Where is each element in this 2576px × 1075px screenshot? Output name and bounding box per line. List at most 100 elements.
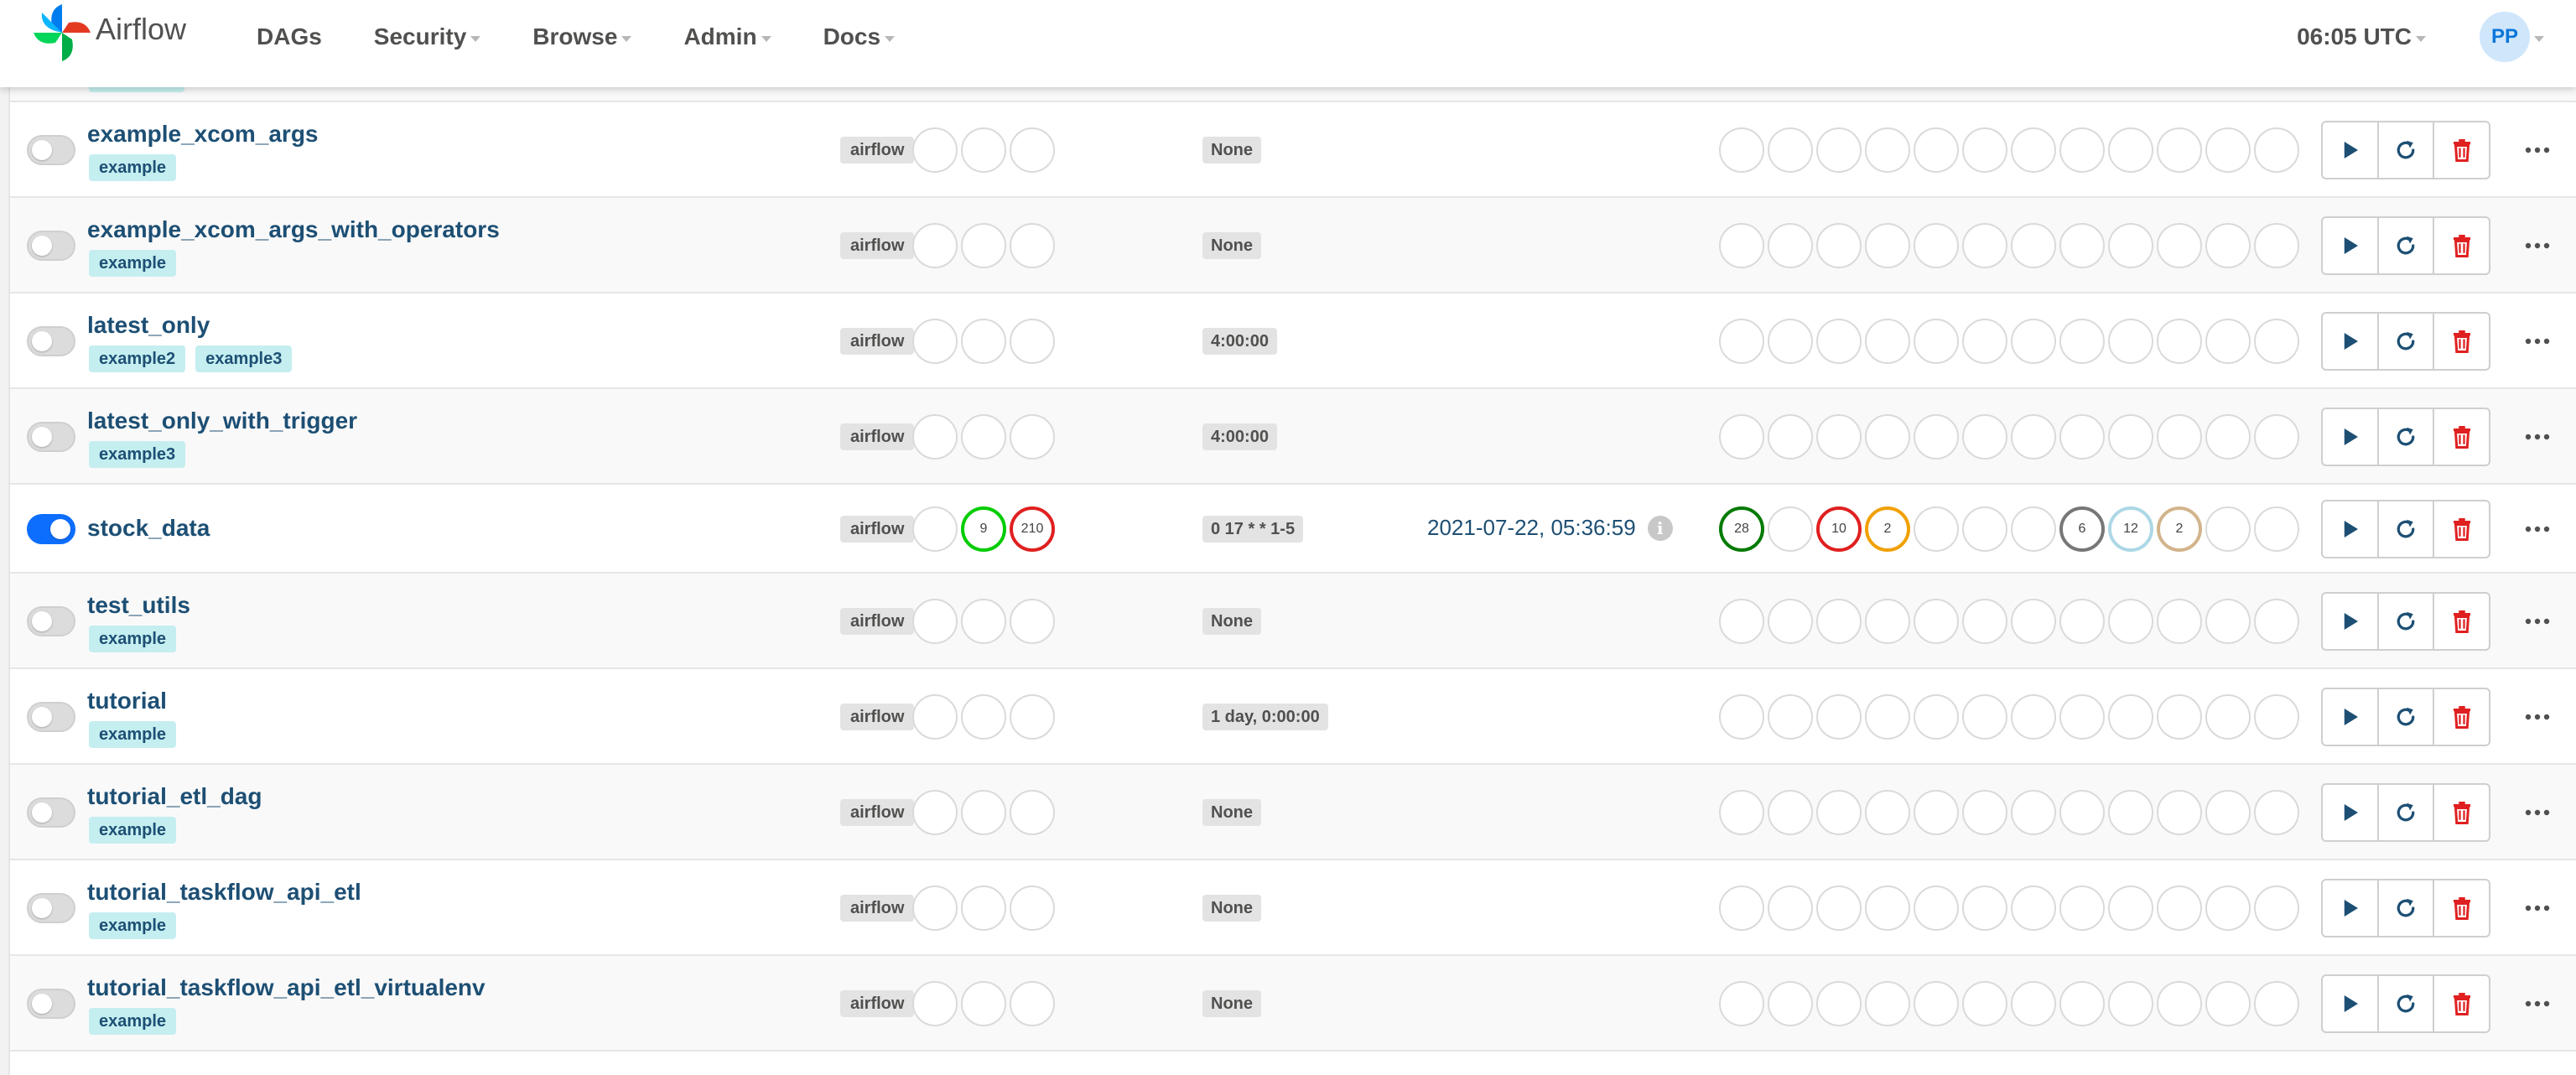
task-status-circle[interactable] xyxy=(1768,506,1813,552)
task-status-circle[interactable] xyxy=(2254,694,2299,740)
dag-run-status-circle[interactable]: 9 xyxy=(961,506,1006,552)
dag-pause-toggle[interactable] xyxy=(27,989,75,1019)
trigger-dag-button[interactable] xyxy=(2323,122,2379,178)
task-status-circle[interactable] xyxy=(2011,319,2056,364)
task-status-circle[interactable] xyxy=(1914,127,1959,173)
task-status-circle[interactable] xyxy=(2108,127,2153,173)
task-status-circle[interactable] xyxy=(2108,790,2153,835)
dag-run-status-circle[interactable] xyxy=(912,694,958,740)
task-status-circle[interactable] xyxy=(2059,694,2105,740)
dag-name-link[interactable]: tutorial_taskflow_api_etl_virtualenv xyxy=(87,974,486,1001)
dag-tag[interactable]: example xyxy=(89,626,177,652)
task-status-circle[interactable] xyxy=(1914,981,1959,1026)
task-status-circle[interactable] xyxy=(1865,127,1910,173)
task-status-circle[interactable] xyxy=(1719,223,1764,268)
dag-run-status-circle[interactable] xyxy=(1010,885,1055,931)
task-status-circle[interactable] xyxy=(1962,319,2007,364)
task-status-circle[interactable] xyxy=(1865,223,1910,268)
dag-run-status-circle[interactable] xyxy=(912,319,958,364)
more-links-button[interactable] xyxy=(2522,231,2553,261)
trigger-dag-button[interactable] xyxy=(2323,880,2379,936)
dag-tag[interactable]: example xyxy=(89,721,177,748)
trigger-dag-button[interactable] xyxy=(2323,409,2379,465)
delete-dag-button[interactable] xyxy=(2434,880,2489,936)
task-status-circle[interactable] xyxy=(2011,885,2056,931)
task-status-circle[interactable] xyxy=(2205,506,2251,552)
dag-pause-toggle[interactable] xyxy=(27,797,75,828)
task-status-circle[interactable] xyxy=(1719,981,1764,1026)
dag-run-status-circle[interactable] xyxy=(961,694,1006,740)
task-status-circle[interactable] xyxy=(1719,599,1764,644)
dag-name-link[interactable]: latest_only_with_trigger xyxy=(87,408,357,434)
nav-security[interactable]: Security xyxy=(374,23,481,50)
refresh-dag-button[interactable] xyxy=(2379,880,2435,936)
trigger-dag-button[interactable] xyxy=(2323,976,2379,1031)
delete-dag-button[interactable] xyxy=(2434,409,2489,465)
refresh-dag-button[interactable] xyxy=(2379,218,2435,273)
delete-dag-button[interactable] xyxy=(2434,689,2489,745)
dag-run-status-circle[interactable] xyxy=(912,790,958,835)
dag-run-status-circle[interactable] xyxy=(912,506,958,552)
nav-docs[interactable]: Docs xyxy=(823,23,896,50)
task-status-circle[interactable] xyxy=(1719,790,1764,835)
task-status-circle[interactable] xyxy=(1962,885,2007,931)
more-links-button[interactable] xyxy=(2522,989,2553,1019)
task-status-circle[interactable] xyxy=(2254,506,2299,552)
dag-run-status-circle[interactable] xyxy=(1010,127,1055,173)
dag-run-status-circle[interactable] xyxy=(1010,599,1055,644)
task-status-circle[interactable] xyxy=(2254,319,2299,364)
dag-run-status-circle[interactable] xyxy=(961,414,1006,460)
more-links-button[interactable] xyxy=(2522,702,2553,732)
dag-tag[interactable]: example xyxy=(89,1008,177,1035)
task-status-circle[interactable] xyxy=(2157,790,2202,835)
task-status-circle[interactable] xyxy=(2205,599,2251,644)
delete-dag-button[interactable] xyxy=(2434,594,2489,649)
refresh-dag-button[interactable] xyxy=(2379,594,2435,649)
task-status-circle[interactable] xyxy=(2157,694,2202,740)
delete-dag-button[interactable] xyxy=(2434,785,2489,840)
dag-run-status-circle[interactable] xyxy=(912,599,958,644)
task-status-circle[interactable] xyxy=(1962,506,2007,552)
task-status-circle[interactable] xyxy=(2011,981,2056,1026)
dag-run-status-circle[interactable] xyxy=(961,127,1006,173)
task-status-circle[interactable] xyxy=(2205,223,2251,268)
task-status-circle[interactable] xyxy=(1816,694,1862,740)
task-status-circle[interactable] xyxy=(1914,319,1959,364)
task-status-circle[interactable] xyxy=(2059,790,2105,835)
task-status-circle[interactable] xyxy=(2059,319,2105,364)
task-status-circle[interactable] xyxy=(1865,414,1910,460)
task-status-circle[interactable] xyxy=(1768,599,1813,644)
task-status-circle[interactable] xyxy=(2254,599,2299,644)
task-status-circle[interactable] xyxy=(2108,981,2153,1026)
task-status-circle[interactable] xyxy=(1865,885,1910,931)
task-status-circle[interactable] xyxy=(1768,223,1813,268)
task-status-circle[interactable] xyxy=(2108,414,2153,460)
more-links-button[interactable] xyxy=(2522,135,2553,165)
task-status-circle[interactable] xyxy=(2011,414,2056,460)
task-status-circle[interactable] xyxy=(2157,981,2202,1026)
dag-run-status-circle[interactable] xyxy=(1010,981,1055,1026)
task-status-circle[interactable] xyxy=(2011,223,2056,268)
refresh-dag-button[interactable] xyxy=(2379,785,2435,840)
dag-run-status-circle[interactable] xyxy=(912,885,958,931)
trigger-dag-button[interactable] xyxy=(2323,314,2379,369)
task-status-circle[interactable] xyxy=(1914,599,1959,644)
task-status-circle[interactable] xyxy=(2108,599,2153,644)
delete-dag-button[interactable] xyxy=(2434,122,2489,178)
task-status-circle[interactable] xyxy=(2157,223,2202,268)
dag-name-link[interactable]: tutorial xyxy=(87,688,167,714)
task-status-circle[interactable] xyxy=(2059,127,2105,173)
nav-admin[interactable]: Admin xyxy=(683,23,771,50)
task-status-circle[interactable] xyxy=(1719,127,1764,173)
task-status-circle[interactable]: 2 xyxy=(2157,506,2202,552)
dag-run-status-circle[interactable] xyxy=(961,599,1006,644)
dag-run-status-circle[interactable] xyxy=(1010,414,1055,460)
dag-name-link[interactable]: tutorial_taskflow_api_etl xyxy=(87,879,361,906)
task-status-circle[interactable]: 2 xyxy=(1865,506,1910,552)
delete-dag-button[interactable] xyxy=(2434,501,2489,557)
dag-tag[interactable]: example3 xyxy=(89,441,186,468)
dag-pause-toggle[interactable] xyxy=(27,893,75,923)
task-status-circle[interactable] xyxy=(1768,414,1813,460)
task-status-circle[interactable] xyxy=(1816,127,1862,173)
task-status-circle[interactable] xyxy=(2011,599,2056,644)
